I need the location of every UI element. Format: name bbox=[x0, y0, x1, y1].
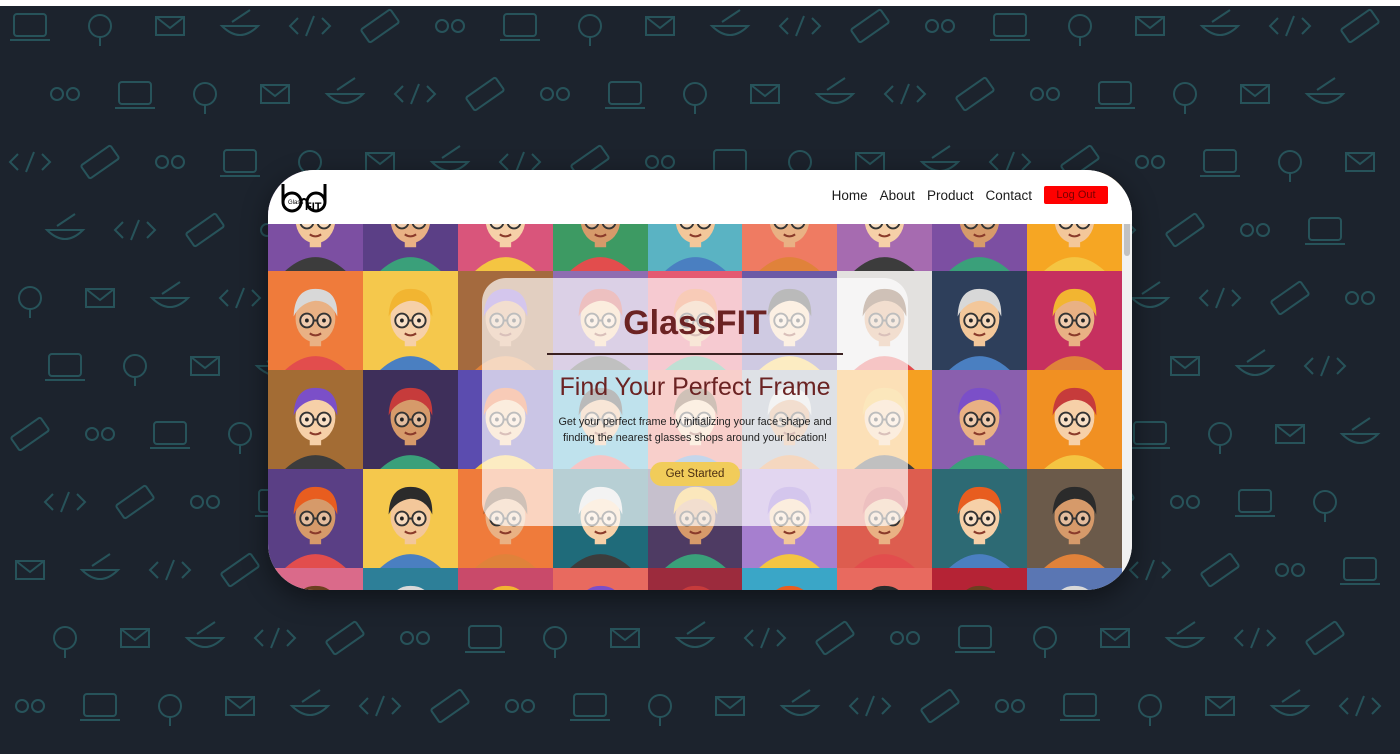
avatar-tile bbox=[457, 568, 553, 590]
avatar-illustration bbox=[949, 288, 1011, 370]
avatar-tile bbox=[552, 568, 648, 590]
svg-text:FIT: FIT bbox=[305, 201, 322, 213]
nav-product-link[interactable]: Product bbox=[927, 188, 974, 203]
avatar-illustration bbox=[492, 585, 520, 590]
avatar-tile bbox=[362, 370, 458, 469]
avatar-tile bbox=[268, 469, 363, 568]
avatar-tile bbox=[742, 568, 838, 590]
avatar-tile bbox=[1027, 568, 1122, 590]
avatar-illustration bbox=[397, 585, 425, 590]
navbar: Glass FIT Home About Product Contact Log… bbox=[268, 170, 1132, 224]
logout-button[interactable]: Log Out bbox=[1044, 186, 1108, 204]
hero-description: Get your perfect frame by initializing y… bbox=[558, 416, 832, 444]
avatar-illustration bbox=[1061, 585, 1089, 590]
avatar-illustration bbox=[776, 585, 804, 590]
avatar-tile bbox=[932, 568, 1028, 590]
hero-card: GlassFIT Find Your Perfect Frame Get you… bbox=[482, 278, 908, 526]
hero-title: GlassFIT bbox=[623, 304, 767, 342]
hero-subtitle: Find Your Perfect Frame bbox=[559, 373, 831, 401]
avatar-illustration bbox=[871, 585, 899, 590]
avatar-illustration bbox=[285, 387, 346, 469]
avatar-tile bbox=[647, 568, 743, 590]
avatar-illustration bbox=[1044, 486, 1105, 568]
hero-divider bbox=[547, 353, 843, 355]
avatar-illustration bbox=[379, 288, 441, 370]
avatar-tile bbox=[1027, 271, 1122, 370]
avatar-tile bbox=[268, 370, 363, 469]
browser-window: Glass FIT Home About Product Contact Log… bbox=[268, 170, 1132, 590]
avatar-illustration bbox=[949, 387, 1011, 469]
logo-text: Glass bbox=[288, 200, 303, 206]
avatar-illustration bbox=[302, 585, 330, 590]
avatar-tile bbox=[362, 568, 458, 590]
avatar-tile bbox=[362, 469, 458, 568]
avatar-illustration bbox=[586, 585, 615, 590]
avatar-illustration bbox=[285, 486, 346, 568]
avatar-tile bbox=[1027, 370, 1122, 469]
glassfit-logo-icon[interactable]: Glass FIT bbox=[280, 182, 328, 214]
nav-contact-link[interactable]: Contact bbox=[985, 188, 1032, 203]
avatar-illustration bbox=[949, 486, 1011, 568]
avatar-tile bbox=[362, 271, 458, 370]
avatar-illustration bbox=[966, 585, 994, 590]
avatar-tile bbox=[268, 271, 363, 370]
avatar-tile bbox=[1027, 469, 1122, 568]
nav-about-link[interactable]: About bbox=[880, 188, 915, 203]
avatar-illustration bbox=[1044, 288, 1105, 370]
avatar-illustration bbox=[379, 486, 441, 568]
nav-links: Home About Product Contact Log Out bbox=[832, 186, 1108, 204]
avatar-illustration bbox=[1044, 387, 1105, 469]
avatar-tile bbox=[837, 568, 933, 590]
scrollbar[interactable] bbox=[1122, 190, 1132, 590]
avatar-tile bbox=[268, 568, 363, 590]
get-started-button[interactable]: Get Started bbox=[649, 462, 741, 486]
avatar-illustration bbox=[285, 288, 346, 370]
avatar-tile bbox=[932, 271, 1028, 370]
avatar-illustration bbox=[681, 585, 710, 590]
avatar-tile bbox=[932, 370, 1028, 469]
nav-home-link[interactable]: Home bbox=[832, 188, 868, 203]
avatar-illustration bbox=[379, 387, 441, 469]
avatar-tile bbox=[932, 469, 1028, 568]
